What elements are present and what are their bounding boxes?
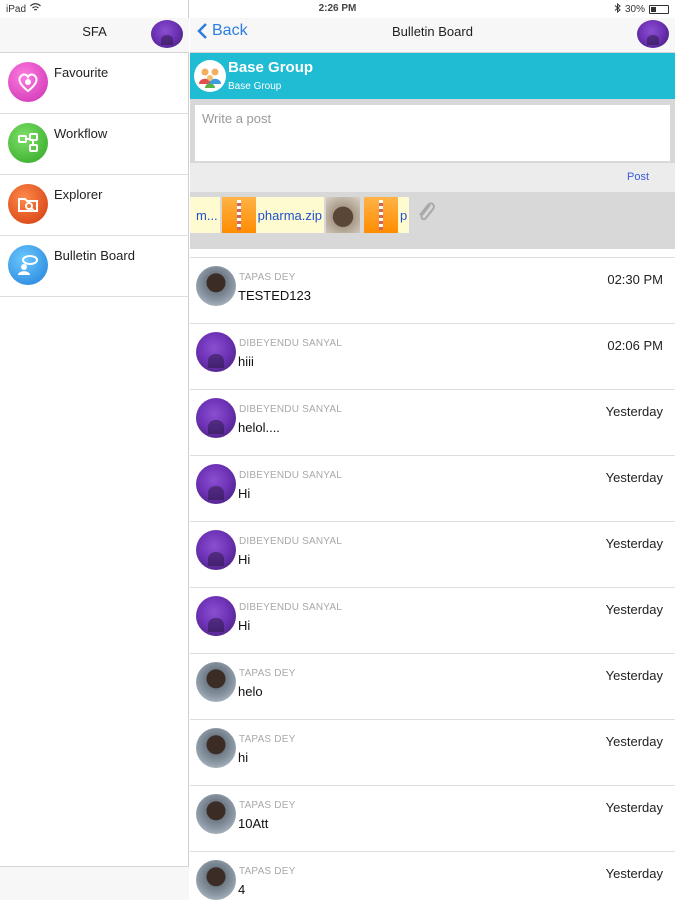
post-time: Yesterday xyxy=(605,800,663,815)
attachment-name: p xyxy=(399,207,408,223)
sidebar-item-workflow[interactable]: Workflow xyxy=(0,114,189,175)
page-title: Bulletin Board xyxy=(392,24,473,39)
post-author: DIBEYENDU SANYAL xyxy=(239,404,343,415)
sidebar-item-explorer[interactable]: Explorer xyxy=(0,175,189,236)
post-author: TAPAS DEY xyxy=(239,272,296,283)
workflow-icon xyxy=(8,123,48,163)
paperclip-icon[interactable] xyxy=(415,199,437,231)
author-avatar xyxy=(196,662,236,702)
post-author: DIBEYENDU SANYAL xyxy=(239,470,343,481)
attachment-zip[interactable]: p xyxy=(363,197,410,233)
battery-percent: 30% xyxy=(624,4,645,15)
post-message: Hi xyxy=(238,486,251,501)
sidebar-footer xyxy=(0,866,189,900)
author-avatar xyxy=(196,530,236,570)
sidebar-item-favourite[interactable]: Favourite xyxy=(0,53,189,114)
post-item[interactable]: TAPAS DEY hi Yesterday xyxy=(190,720,675,786)
post-action-row: Post xyxy=(190,163,675,192)
zip-file-icon xyxy=(221,197,256,233)
post-message: 4 xyxy=(238,882,246,897)
post-time: Yesterday xyxy=(605,470,663,485)
post-author: DIBEYENDU SANYAL xyxy=(239,602,343,613)
author-avatar xyxy=(196,332,236,372)
post-item[interactable]: TAPAS DEY helo Yesterday xyxy=(190,654,675,720)
bulletin-board-icon xyxy=(8,245,48,285)
post-time: 02:30 PM xyxy=(607,272,663,287)
post-item[interactable]: DIBEYENDU SANYAL Hi Yesterday xyxy=(190,588,675,654)
post-message: hi xyxy=(238,750,249,765)
attachment-name: pharma.zip xyxy=(257,207,322,223)
post-message: TESTED123 xyxy=(238,288,311,303)
sidebar-item-label: Favourite xyxy=(54,65,109,80)
post-message: helo xyxy=(238,684,263,699)
post-author: TAPAS DEY xyxy=(239,734,296,745)
sidebar-header: SFA xyxy=(0,18,189,53)
group-subtitle: Base Group xyxy=(228,81,282,92)
post-item[interactable]: DIBEYENDU SANYAL helol.... Yesterday xyxy=(190,390,675,456)
post-author: DIBEYENDU SANYAL xyxy=(239,536,343,547)
author-avatar xyxy=(196,464,236,504)
author-avatar xyxy=(196,728,236,768)
compose-area: Post m... pharma.zip p xyxy=(190,99,675,249)
sidebar-item-label: Explorer xyxy=(54,187,103,202)
post-time: Yesterday xyxy=(605,734,663,749)
post-item[interactable]: TAPAS DEY 10Att Yesterday xyxy=(190,786,675,852)
bluetooth-icon xyxy=(614,2,621,16)
navigation-bar: Back Bulletin Board xyxy=(190,18,675,53)
post-input[interactable] xyxy=(195,105,670,161)
post-author: TAPAS DEY xyxy=(239,866,296,877)
post-item[interactable]: TAPAS DEY 4 Yesterday xyxy=(190,852,675,900)
battery-icon xyxy=(649,5,669,14)
sidebar-item-label: Workflow xyxy=(54,126,108,141)
post-author: TAPAS DEY xyxy=(239,800,296,811)
folder-search-icon xyxy=(8,184,48,224)
post-time: Yesterday xyxy=(605,668,663,683)
post-button[interactable]: Post xyxy=(627,171,649,183)
author-avatar xyxy=(196,266,236,306)
post-time: 02:06 PM xyxy=(607,338,663,353)
post-feed: TAPAS DEY TESTED123 02:30 PM DIBEYENDU S… xyxy=(190,257,675,900)
sidebar-item-bulletin-board[interactable]: Bulletin Board xyxy=(0,236,189,297)
group-avatar xyxy=(194,60,226,92)
post-message: 10Att xyxy=(238,816,269,831)
post-item[interactable]: TAPAS DEY TESTED123 02:30 PM xyxy=(190,258,675,324)
post-item[interactable]: DIBEYENDU SANYAL hiii 02:06 PM xyxy=(190,324,675,390)
attachment-image-thumbnail[interactable] xyxy=(325,197,360,233)
heart-icon xyxy=(8,62,48,102)
author-avatar xyxy=(196,596,236,636)
post-time: Yesterday xyxy=(605,602,663,617)
status-time: 2:26 PM xyxy=(318,3,357,14)
sidebar: SFA Favourite Workflow Explorer Bulletin… xyxy=(0,0,189,900)
group-name: Base Group xyxy=(228,59,314,76)
attachment-zip[interactable]: pharma.zip xyxy=(221,197,324,233)
post-time: Yesterday xyxy=(605,536,663,551)
post-author: DIBEYENDU SANYAL xyxy=(239,338,343,349)
post-item[interactable]: DIBEYENDU SANYAL Hi Yesterday xyxy=(190,456,675,522)
post-author: TAPAS DEY xyxy=(239,668,296,679)
sidebar-menu: Favourite Workflow Explorer Bulletin Boa… xyxy=(0,53,189,297)
post-item[interactable]: DIBEYENDU SANYAL Hi Yesterday xyxy=(190,522,675,588)
author-avatar xyxy=(196,398,236,438)
status-bar: iPad 2:26 PM 30% xyxy=(0,0,675,18)
author-avatar xyxy=(196,794,236,834)
profile-avatar[interactable] xyxy=(637,20,669,48)
group-header[interactable]: Base Group Base Group xyxy=(190,53,675,99)
sidebar-item-label: Bulletin Board xyxy=(54,248,135,263)
post-message: Hi xyxy=(238,618,251,633)
post-message: hiii xyxy=(238,354,254,369)
zip-file-icon xyxy=(363,197,398,233)
post-message: helol.... xyxy=(238,420,280,435)
author-avatar xyxy=(196,860,236,900)
post-time: Yesterday xyxy=(605,866,663,881)
user-avatar[interactable] xyxy=(151,20,183,48)
post-time: Yesterday xyxy=(605,404,663,419)
attachment-file[interactable]: m... xyxy=(190,197,220,233)
bulletin-board-panel: Back Bulletin Board Base Group Base Grou… xyxy=(190,0,675,900)
post-message: Hi xyxy=(238,552,251,567)
attachment-name: m... xyxy=(196,207,218,223)
attachment-strip: m... pharma.zip p xyxy=(190,195,675,235)
